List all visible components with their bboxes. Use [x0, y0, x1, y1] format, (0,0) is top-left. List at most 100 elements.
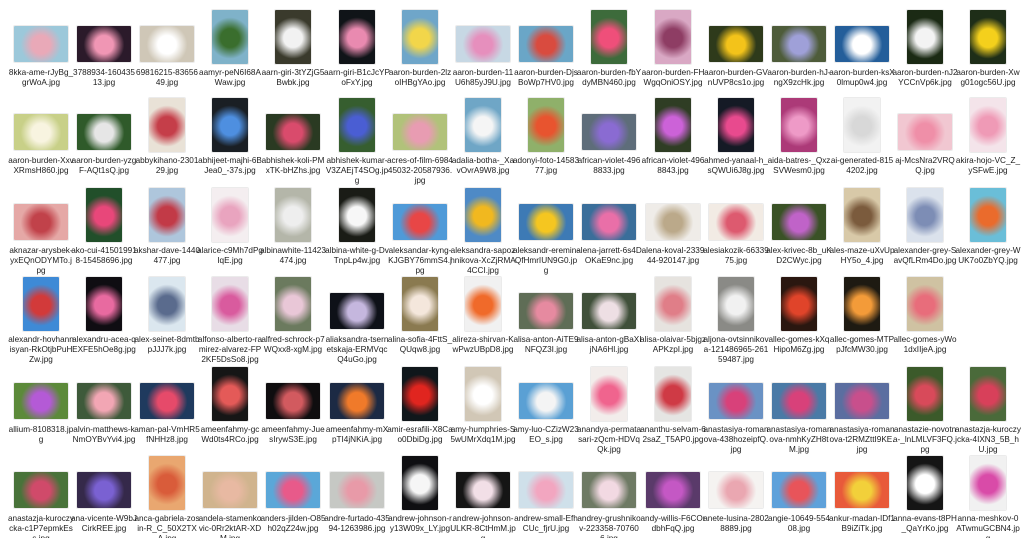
file-item[interactable]: anastazja-kuroczycka-4IXN3_5B_hU.jpg — [955, 361, 1021, 454]
file-item[interactable]: albina-white-g-DvTnpLp4w.jpg — [325, 182, 389, 265]
file-item[interactable]: angie-10649-55408.jpg — [768, 450, 830, 533]
file-item[interactable]: anastazja-kuroczycka-c1P7epmkEss.jpg — [8, 450, 74, 538]
file-item[interactable]: abhishek-kumar-V3ZAEjT4SOg.jpg — [326, 92, 388, 185]
file-item[interactable]: aaron-burden-hJ-ngX9zcHk.jpg — [767, 4, 831, 87]
file-item[interactable]: aleksandar-kyng-KJGBY76mmS4.jpg — [388, 182, 452, 275]
file-item[interactable]: adalia-botha-_XavOvrA9W8.jpg — [452, 92, 514, 175]
file-item[interactable]: alisa-anton-AiTE9NFQZ3I.jpg — [513, 271, 579, 354]
file-item[interactable]: allium-8108318.jpg — [9, 361, 73, 444]
file-item[interactable]: alina-sofia-4FttS_QUqw8.jpg — [388, 271, 452, 354]
file-item[interactable]: anders-jilden-O85h02qZ24w.jpg — [260, 450, 326, 533]
thumbnail — [709, 204, 763, 240]
file-item[interactable]: ameenfahmy-gcWd0ts4RCo.jpg — [199, 361, 261, 444]
file-item[interactable]: andrew-johnson-ULKR-8CtHmM.jpg — [450, 450, 516, 538]
file-item[interactable]: anca-gabriela-zosin-R_C_50X2TXA.jpg — [134, 450, 200, 538]
file-item[interactable]: alex-seinet-8dmtbpJJJ7k.jpg — [134, 271, 200, 354]
file-item[interactable]: amir-esrafili-X8Cao0DbiDg.jpg — [387, 361, 453, 444]
file-item[interactable]: anastazie-novotna-_lnLMLVF3FQ.jpg — [893, 361, 957, 454]
file-item[interactable]: 8kka-ame-rJyBg_grWoA.jpg — [9, 4, 73, 87]
file-item[interactable]: aleksandra-sapozhnikova-XcZjRMA4CCI.jpg — [450, 182, 516, 275]
file-item[interactable]: aknazar-arysbek-yxEQnODYMTo.jpg — [9, 182, 73, 275]
file-item[interactable]: aida-batres-_QxzSVWesm0.jpg — [768, 92, 830, 175]
thumbnail — [709, 26, 763, 62]
file-item[interactable]: alarice-c9Mh7dPgIqE.jpg — [197, 182, 263, 265]
file-item[interactable]: alex-krivec-8b_uKD2CWyc.jpg — [766, 182, 832, 265]
file-item[interactable]: aliaksandra-tsernetskaja-ERMVqcQ4uGo.jpg — [326, 271, 388, 364]
file-item[interactable]: akira-hojo-VC_Z_ySFwE.jpg — [956, 92, 1020, 175]
file-item[interactable]: andrew-small-EfhCUc_fjrU.jpg — [514, 450, 578, 533]
file-item[interactable]: 3788934-16043513.jpg — [73, 4, 135, 87]
file-item[interactable]: acres-of-film-698445032-20587936.jpg — [387, 92, 453, 185]
file-item[interactable]: ananthu-selvam-62saZ_T5AP0.jpg — [640, 361, 706, 444]
file-item[interactable]: amy-humphries-S5wUMrXdq1M.jpg — [450, 361, 516, 444]
file-item[interactable]: abhijeet-majhi-6BJea0_-37s.jpg — [198, 92, 262, 175]
file-item[interactable]: aaron-burden-GVnUVP8cs1o.jpg — [704, 4, 768, 87]
file-item[interactable]: ahmed-yanaal-h_sQWUi6J8g.jpg — [704, 92, 768, 175]
file-item[interactable]: aman-pal-VmHR5fNHHz8.jpg — [134, 361, 200, 444]
file-item[interactable]: alexander-grey-WUK7o0ZbYQ.jpg — [955, 182, 1021, 265]
file-item[interactable]: alesiakozik-6633975.jpg — [703, 182, 769, 265]
file-item[interactable]: aaron-burden-Xwg01ogc56U.jpg — [956, 4, 1020, 87]
file-item[interactable]: anna-evans-t8PH_QaYrKo.jpg — [893, 450, 957, 533]
file-item[interactable]: anastasiya-romanova-nmhKyZH8tM.jpg — [766, 361, 832, 454]
file-item[interactable]: aaron-burden-nJ2YCCnVp6k.jpg — [892, 4, 958, 87]
file-item[interactable]: anna-meshkov-0ATwmuGCBN4.jpg — [956, 450, 1020, 538]
file-item[interactable]: alena-koval-233944-920147.jpg — [642, 182, 704, 265]
file-item[interactable]: andela-stamenkovic-0Rr2ktAR-XDM.jpg — [199, 450, 261, 538]
file-item[interactable]: akshar-dave-1440477.jpg — [134, 182, 200, 265]
file-item[interactable]: andrey-grushnikov-223358-707606.jpg — [577, 450, 641, 538]
file-item[interactable]: allec-gomes-yWo1dxIIjeA.jpg — [893, 271, 957, 354]
file-item[interactable]: aarn-giri-B1cJcYPoFxY.jpg — [324, 4, 390, 87]
file-item[interactable]: aleksandr-eremin-QfHmrIUN9G0.jpg — [513, 182, 579, 275]
file-item[interactable]: amy-luo-CZizW23EO_s.jpg — [513, 361, 579, 444]
file-item[interactable]: ako-cui-415019918-15458696.jpg — [71, 182, 137, 265]
file-item[interactable]: ai-generated-8154202.jpg — [831, 92, 893, 175]
file-item[interactable]: ales-maze-uXvUpHY5o_4.jpg — [829, 182, 895, 265]
file-item[interactable]: alisa-olaivar-5bjgzAPKzpI.jpg — [640, 271, 706, 354]
file-item[interactable]: alireza-shirvan-KwPwzUBpD8.jpg — [452, 271, 514, 354]
file-item[interactable]: alvin-matthews-kNmOYBvYvi4.jpg — [73, 361, 135, 444]
file-item[interactable]: anastasiya-romanova-t2RMZttI9KE.jpg — [829, 361, 895, 454]
file-item[interactable]: ameenfahmy-mXpTI4jNKiA.jpg — [326, 361, 388, 444]
file-item[interactable]: alexandru-acea-qEXFE5hOe8g.jpg — [72, 271, 136, 354]
file-item[interactable]: allec-gomes-MTPpJfcMW30.jpg — [830, 271, 894, 354]
file-item[interactable]: aj-McsNra2VRQQ.jpg — [894, 92, 956, 175]
file-item[interactable]: ana-vicente-W9bJCirkREE.jpg — [71, 450, 137, 533]
file-item[interactable]: aljona-ovtsinnikova-121486965-26159487.j… — [703, 271, 769, 364]
file-item[interactable]: aaron-burden-XxvXRmsH860.jpg — [8, 92, 74, 175]
file-item[interactable]: 69816215-8365649.jpg — [136, 4, 198, 87]
file-item[interactable]: aaron-burden-11U6h85yJ9U.jpg — [452, 4, 514, 87]
file-item[interactable]: african-violet-4968843.jpg — [642, 92, 704, 175]
file-item[interactable]: aaron-burden-DjsBoWp7HV0.jpg — [514, 4, 578, 87]
file-item[interactable]: alena-jarrett-6s4DOKaE9nc.jpg — [576, 182, 642, 265]
file-item[interactable]: anandya-permatasari-zQcm-HDVqQk.jpg — [577, 361, 641, 454]
file-item[interactable]: albinawhite-11423474.jpg — [260, 182, 326, 265]
file-item[interactable]: aaron-burden-ksX0lmup0w4.jpg — [829, 4, 895, 87]
file-item[interactable]: adonyi-foto-1458377.jpg — [513, 92, 579, 175]
file-item[interactable]: anastasiya-romanova-438hozeipfQ.jpg — [703, 361, 769, 454]
file-item[interactable]: alfred-schrock-p7WQxx8-xgM.jpg — [261, 271, 325, 354]
file-item[interactable]: alexandr-hovhannisyan-RkOtjbPuHZw.jpg — [8, 271, 74, 364]
file-item[interactable]: aaron-burden-yzgF-AQt1sQ.jpg — [72, 92, 136, 175]
file-item[interactable]: ankur-madan-IDf1B9iZiTk.jpg — [829, 450, 895, 533]
file-item[interactable]: aaron-burden-FHWgqOniOSY.jpg — [642, 4, 704, 87]
file-item[interactable]: abhishek-koli-PMxTK-bHZhs.jpg — [262, 92, 324, 175]
file-item[interactable]: anete-lusina-28028889.jpg — [703, 450, 769, 533]
file-name: ameenfahmy-gcWd0ts4RCo.jpg — [200, 425, 260, 445]
file-item[interactable]: aarn-giri-3tYZjG5Bwbk.jpg — [262, 4, 324, 87]
file-item[interactable]: aaron-burden-2lzoIHBgYAo.jpg — [389, 4, 451, 87]
file-item[interactable]: andre-furtado-43594-1263986.jpg — [324, 450, 390, 533]
file-item[interactable]: allec-gomes-kXqHipoM6Zg.jpg — [768, 271, 830, 354]
thumbnail — [402, 10, 438, 64]
file-item[interactable]: aamyr-peN6I68AWaw.jpg — [199, 4, 261, 87]
file-item[interactable]: ameenfahmy-JuesIrywS3E.jpg — [261, 361, 325, 444]
file-item[interactable]: alexander-grey-SavQfLRm4Do.jpg — [894, 182, 956, 265]
file-item[interactable]: andrew-johnson-ry13W09x_LY.jpg — [388, 450, 452, 533]
file-item[interactable]: aaron-burden-fbYdyMBN460.jpg — [577, 4, 641, 87]
thumbnail — [655, 98, 691, 152]
file-item[interactable]: abbykihano-230129.jpg — [136, 92, 198, 175]
file-item[interactable]: andy-willis-F6COrdbhFqQ.jpg — [640, 450, 706, 533]
file-item[interactable]: african-violet-4968833.jpg — [578, 92, 640, 175]
file-item[interactable]: alisa-anton-gBaXIjNA6Hl.jpg — [576, 271, 642, 354]
file-item[interactable]: alfonso-alberto-ramirez-alvarez-FP2KF5Ds… — [198, 271, 262, 364]
